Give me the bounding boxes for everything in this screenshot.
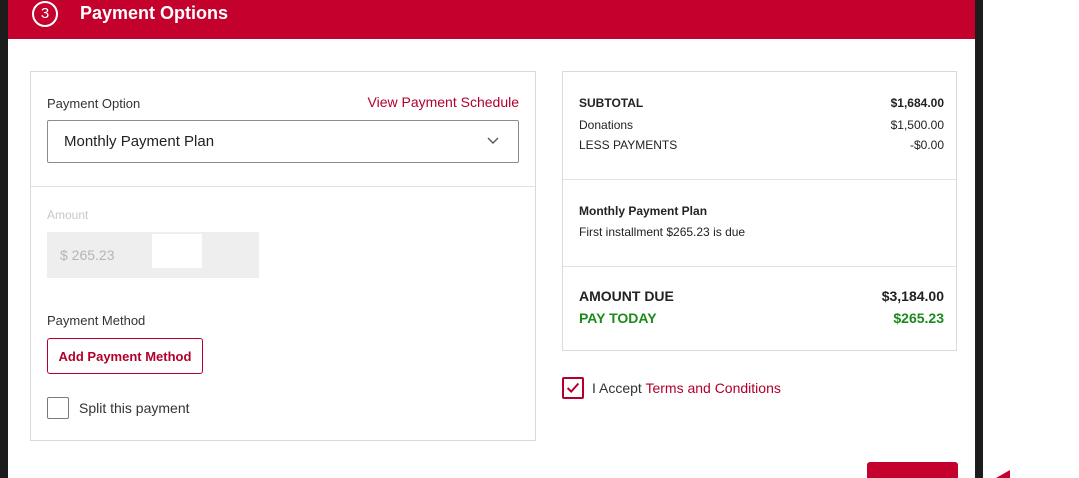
plan-title: Monthly Payment Plan (579, 204, 708, 218)
section-header: 3 Payment Options (8, 0, 975, 39)
less-payments-label: LESS PAYMENTS (579, 138, 678, 152)
amount-due-row: AMOUNT DUE $3,184.00 (579, 288, 944, 304)
section-title: Payment Options (80, 3, 229, 23)
payment-method-label: Payment Method (47, 313, 146, 328)
amount-due-value: $3,184.00 (881, 288, 944, 304)
caret-left-icon (996, 470, 1010, 478)
accept-terms-prefix: I Accept (592, 380, 642, 396)
less-payments-row: LESS PAYMENTS -$0.00 (579, 138, 944, 152)
payment-option-selected-value: Monthly Payment Plan (64, 133, 215, 150)
split-payment-checkbox[interactable] (47, 397, 69, 419)
amount-value: $ 265.23 (60, 247, 115, 263)
pay-today-label: PAY TODAY (579, 310, 657, 326)
view-payment-schedule-link[interactable]: View Payment Schedule (368, 94, 520, 110)
pay-today-row: PAY TODAY $265.23 (579, 310, 944, 326)
accept-terms-text: I Accept Terms and Conditions (592, 380, 781, 396)
less-payments-value: -$0.00 (909, 138, 944, 152)
payment-option-label: Payment Option (47, 96, 141, 111)
divider (563, 266, 956, 267)
step-number-badge: 3 (32, 0, 58, 27)
divider (563, 179, 956, 180)
amount-label: Amount (47, 208, 89, 222)
pay-today-value: $265.23 (893, 310, 944, 326)
checkmark-icon (566, 382, 580, 394)
split-payment-label: Split this payment (79, 400, 190, 416)
amount-due-label: AMOUNT DUE (579, 288, 674, 304)
payment-option-card: Payment Option View Payment Schedule Mon… (30, 71, 536, 441)
amount-input-inner (152, 234, 202, 268)
subtotal-value: $1,684.00 (890, 96, 944, 110)
subtotal-label: SUBTOTAL (579, 96, 644, 110)
plan-title-row: Monthly Payment Plan (579, 204, 944, 218)
payment-modal: 3 Payment Options Payment Option View Pa… (0, 0, 983, 478)
plan-note-row: First installment $265.23 is due (579, 225, 944, 239)
submit-button[interactable] (867, 462, 958, 478)
payment-option-select[interactable]: Monthly Payment Plan (47, 120, 519, 163)
terms-and-conditions-link[interactable]: Terms and Conditions (645, 380, 780, 396)
chevron-down-icon (487, 137, 499, 144)
plan-note: First installment $265.23 is due (579, 225, 746, 239)
amount-input: $ 265.23 (47, 232, 259, 278)
accept-terms-checkbox[interactable] (562, 377, 584, 399)
divider (31, 186, 535, 187)
donations-row: Donations $1,500.00 (579, 118, 944, 132)
subtotal-row: SUBTOTAL $1,684.00 (579, 96, 944, 110)
add-payment-method-button[interactable]: Add Payment Method (47, 338, 203, 374)
donations-label: Donations (579, 118, 634, 132)
order-summary-card: SUBTOTAL $1,684.00 Donations $1,500.00 L… (562, 71, 957, 351)
donations-value: $1,500.00 (890, 118, 944, 132)
